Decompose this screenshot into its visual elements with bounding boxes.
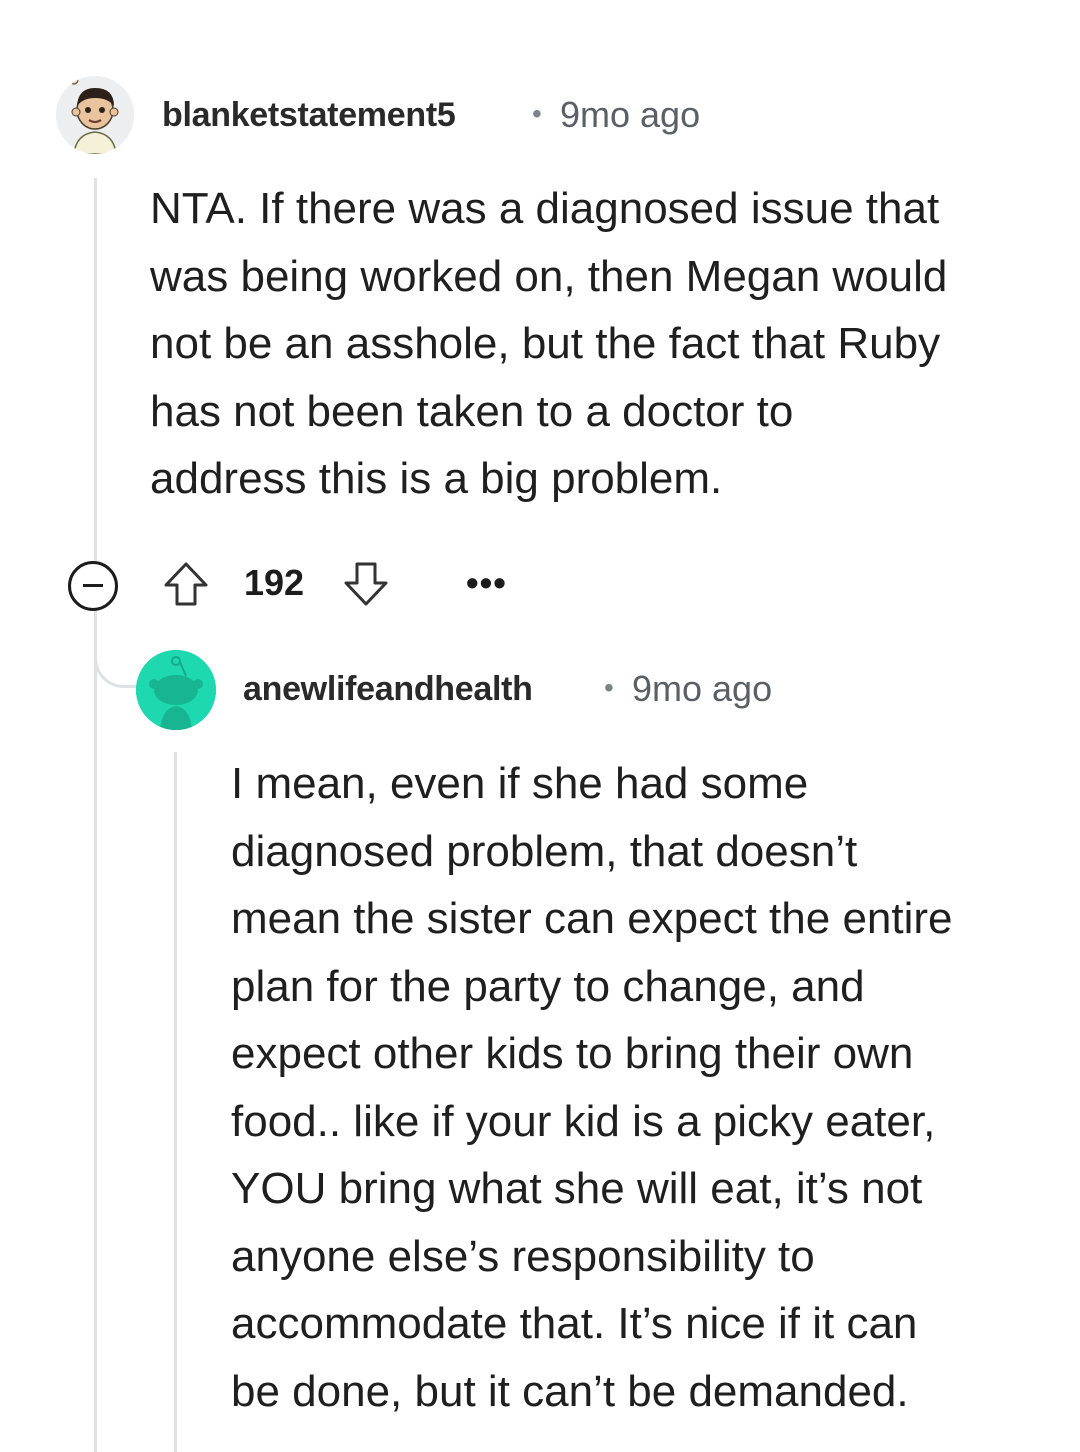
comment-username[interactable]: blanketstatement5	[162, 96, 456, 135]
comment-username[interactable]: anewlifeandhealth	[243, 670, 533, 709]
downvote-icon[interactable]	[340, 558, 392, 610]
more-options-button[interactable]: •••	[466, 562, 507, 604]
user-avatar[interactable]	[56, 76, 134, 154]
thread-line[interactable]	[94, 608, 97, 1452]
comment-timestamp: 9mo ago	[560, 94, 701, 135]
thread-line[interactable]	[94, 178, 97, 563]
upvote-icon[interactable]	[160, 558, 212, 610]
comment-body: NTA. If there was a diagnosed issue that…	[150, 184, 948, 503]
thread-connector	[94, 608, 138, 688]
collapse-thread-button[interactable]	[68, 561, 118, 611]
vote-score: 192	[244, 562, 305, 603]
separator-dot: •	[604, 672, 614, 703]
cartoon-person-icon	[56, 76, 134, 154]
separator-dot: •	[532, 98, 542, 129]
comment-timestamp: 9mo ago	[632, 668, 773, 709]
comment-body: I mean, even if she had some diagnosed p…	[231, 759, 953, 1416]
reply-thread-line[interactable]	[174, 752, 177, 1452]
snoo-icon	[136, 650, 216, 730]
user-avatar[interactable]	[136, 650, 216, 730]
